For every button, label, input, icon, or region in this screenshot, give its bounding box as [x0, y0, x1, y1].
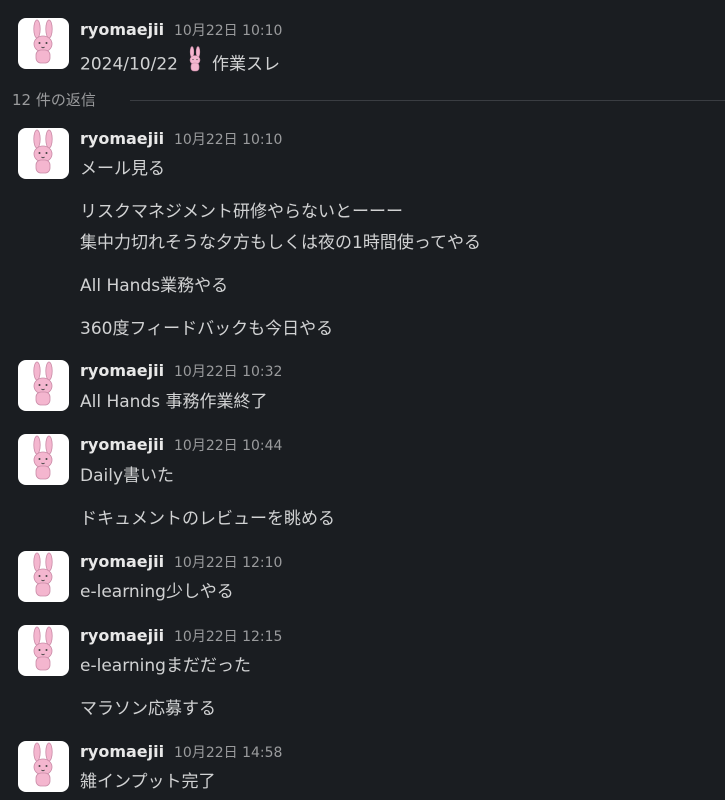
message-line: マラソン応募する [80, 699, 216, 719]
bunny-avatar-icon [33, 435, 53, 480]
message-line: e-learningまだだった [80, 656, 251, 676]
author-name[interactable]: ryomaejii [80, 360, 164, 382]
message-line: メール見る [80, 159, 165, 179]
author-name[interactable]: ryomaejii [80, 434, 164, 456]
timestamp[interactable]: 10月22日 12:10 [174, 552, 282, 574]
avatar[interactable] [18, 625, 69, 676]
message-line: リスクマネジメント研修やらないとーーー [80, 202, 403, 222]
bunny-avatar-icon [33, 129, 53, 174]
message-line: 雑インプット完了 [80, 772, 216, 792]
bunny-avatar-icon [33, 742, 53, 787]
timestamp[interactable]: 10月22日 14:58 [174, 742, 282, 764]
message-line: 360度フィードバックも今日やる [80, 319, 334, 339]
timestamp[interactable]: 10月22日 10:10 [174, 20, 282, 42]
avatar[interactable] [18, 741, 69, 792]
timestamp[interactable]: 10月22日 12:15 [174, 626, 282, 648]
message-line: Daily書いた [80, 466, 175, 486]
message-line: ドキュメントのレビューを眺める [80, 509, 335, 529]
thread-reply-divider: 12 件の返信 [0, 88, 725, 112]
bunny-avatar-icon [33, 19, 53, 64]
reply-count[interactable]: 12 件の返信 [12, 88, 96, 112]
author-name[interactable]: ryomaejii [80, 741, 164, 763]
bunny-avatar-icon [33, 361, 53, 406]
message-line: 集中力切れそうな夕方もしくは夜の1時間使ってやる [80, 233, 481, 253]
message-line: All Hands 事務作業終了 [80, 392, 268, 412]
avatar[interactable] [18, 551, 69, 602]
message-line: e-learning少しやる [80, 582, 234, 602]
author-name[interactable]: ryomaejii [80, 625, 164, 647]
message-line: All Hands業務やる [80, 276, 229, 296]
thread-title: 作業スレ [211, 54, 280, 75]
timestamp[interactable]: 10月22日 10:44 [174, 435, 282, 457]
date-text: 2024/10/22 [80, 54, 178, 75]
bunny-avatar-icon [33, 626, 53, 671]
message-text: 2024/10/22 作業スレ [80, 46, 280, 81]
bunny-emoji-icon [186, 46, 204, 79]
avatar[interactable] [18, 434, 69, 485]
timestamp[interactable]: 10月22日 10:10 [174, 129, 282, 151]
author-name[interactable]: ryomaejii [80, 128, 164, 150]
author-name[interactable]: ryomaejii [80, 19, 164, 41]
divider-line [130, 100, 725, 101]
avatar[interactable] [18, 360, 69, 411]
timestamp[interactable]: 10月22日 10:32 [174, 361, 282, 383]
avatar[interactable] [18, 18, 69, 69]
author-name[interactable]: ryomaejii [80, 551, 164, 573]
bunny-avatar-icon [33, 552, 53, 597]
avatar[interactable] [18, 128, 69, 179]
